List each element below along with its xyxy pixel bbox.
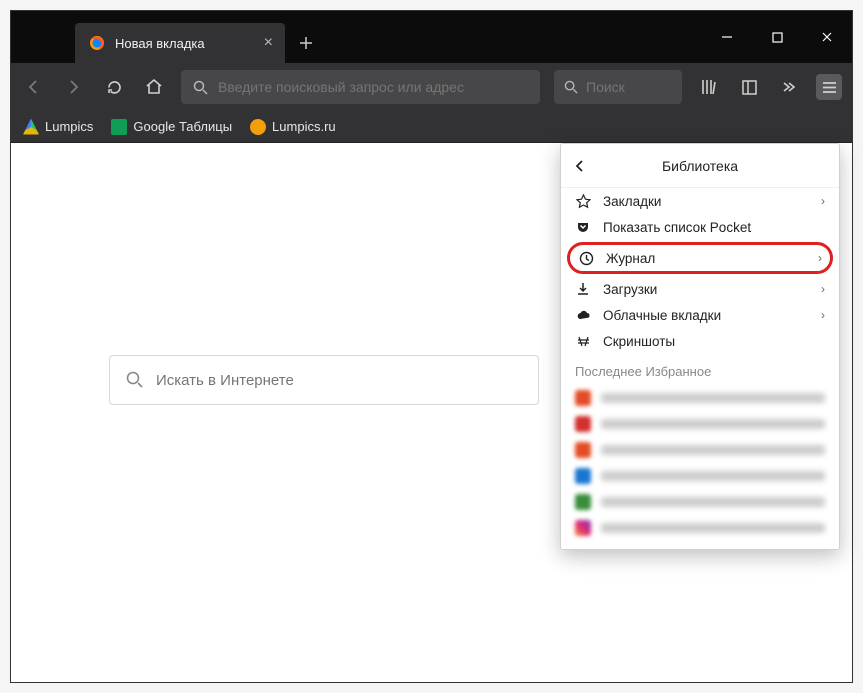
- new-tab-button[interactable]: [285, 23, 327, 63]
- window-controls: [702, 11, 852, 63]
- search-icon: [126, 371, 144, 389]
- chevron-right-icon: ›: [818, 251, 822, 265]
- menu-header: Библиотека: [561, 144, 839, 188]
- sidebar-button[interactable]: [736, 74, 762, 100]
- favicon: [575, 442, 591, 458]
- menu-item-synced-tabs[interactable]: Облачные вкладки ›: [561, 302, 839, 328]
- forward-button[interactable]: [61, 74, 87, 100]
- sheets-icon: [111, 119, 127, 135]
- menu-item-downloads[interactable]: Загрузки ›: [561, 276, 839, 302]
- titlebar: Новая вкладка ×: [11, 11, 852, 63]
- recent-item[interactable]: [561, 437, 839, 463]
- recent-item[interactable]: [561, 489, 839, 515]
- url-input[interactable]: [218, 79, 528, 95]
- menu-item-label: Показать список Pocket: [603, 220, 825, 235]
- menu-item-label: Журнал: [606, 251, 806, 266]
- menu-item-pocket[interactable]: Показать список Pocket: [561, 214, 839, 240]
- recent-item[interactable]: [561, 411, 839, 437]
- search-icon: [193, 80, 208, 95]
- menu-back-button[interactable]: [573, 159, 597, 173]
- favicon: [575, 468, 591, 484]
- history-icon: [578, 251, 594, 266]
- recent-item-text: [601, 445, 825, 455]
- overflow-button[interactable]: [776, 74, 802, 100]
- recent-item[interactable]: [561, 385, 839, 411]
- menu-title: Библиотека: [597, 158, 827, 174]
- pocket-icon: [575, 220, 591, 234]
- app-menu-button[interactable]: [816, 74, 842, 100]
- menu-item-label: Загрузки: [603, 282, 809, 297]
- cloud-icon: [575, 308, 591, 323]
- search-icon: [564, 80, 578, 94]
- bookmark-label: Lumpics.ru: [272, 119, 336, 134]
- recent-item-text: [601, 523, 825, 533]
- bookmark-item[interactable]: Lumpics: [23, 119, 93, 135]
- library-button[interactable]: [696, 74, 722, 100]
- recent-list: [561, 385, 839, 541]
- menu-item-label: Облачные вкладки: [603, 308, 809, 323]
- reload-button[interactable]: [101, 74, 127, 100]
- star-icon: [575, 194, 591, 209]
- menu-item-bookmarks[interactable]: Закладки ›: [561, 188, 839, 214]
- url-bar[interactable]: [181, 70, 540, 104]
- chevron-right-icon: ›: [821, 194, 825, 208]
- back-button[interactable]: [21, 74, 47, 100]
- tab-title: Новая вкладка: [115, 36, 254, 51]
- favicon: [575, 494, 591, 510]
- bookmark-label: Lumpics: [45, 119, 93, 134]
- browser-window: Новая вкладка × Lumpi: [10, 10, 853, 683]
- home-search-input[interactable]: [156, 372, 522, 389]
- search-input[interactable]: [586, 79, 672, 95]
- site-icon: [250, 119, 266, 135]
- bookmark-item[interactable]: Lumpics.ru: [250, 119, 336, 135]
- home-search-box[interactable]: [109, 355, 539, 405]
- browser-tab[interactable]: Новая вкладка ×: [75, 23, 285, 63]
- favicon: [575, 390, 591, 406]
- recent-item-text: [601, 419, 825, 429]
- menu-item-screenshots[interactable]: Скриншоты: [561, 328, 839, 354]
- home-button[interactable]: [141, 74, 167, 100]
- recent-section-title: Последнее Избранное: [561, 354, 839, 385]
- download-icon: [575, 282, 591, 296]
- chevron-right-icon: ›: [821, 282, 825, 296]
- favicon: [575, 520, 591, 536]
- search-box[interactable]: [554, 70, 682, 104]
- minimize-button[interactable]: [702, 11, 752, 63]
- content-area: Библиотека Закладки › Показать список Po…: [11, 143, 852, 682]
- recent-item[interactable]: [561, 515, 839, 541]
- toolbar: [11, 63, 852, 111]
- recent-item-text: [601, 393, 825, 403]
- favicon: [575, 416, 591, 432]
- recent-item-text: [601, 497, 825, 507]
- close-window-button[interactable]: [802, 11, 852, 63]
- firefox-icon: [89, 35, 105, 51]
- recent-item[interactable]: [561, 463, 839, 489]
- maximize-button[interactable]: [752, 11, 802, 63]
- library-menu-panel: Библиотека Закладки › Показать список Po…: [560, 143, 840, 550]
- recent-item-text: [601, 471, 825, 481]
- chevron-right-icon: ›: [821, 308, 825, 322]
- bookmark-item[interactable]: Google Таблицы: [111, 119, 232, 135]
- bookmark-label: Google Таблицы: [133, 119, 232, 134]
- menu-item-history[interactable]: Журнал ›: [567, 242, 833, 274]
- menu-item-label: Скриншоты: [603, 334, 825, 349]
- bookmark-bar: Lumpics Google Таблицы Lumpics.ru: [11, 111, 852, 143]
- screenshot-icon: [575, 334, 591, 349]
- menu-item-label: Закладки: [603, 194, 809, 209]
- tab-close-icon[interactable]: ×: [264, 34, 273, 52]
- drive-icon: [23, 119, 39, 135]
